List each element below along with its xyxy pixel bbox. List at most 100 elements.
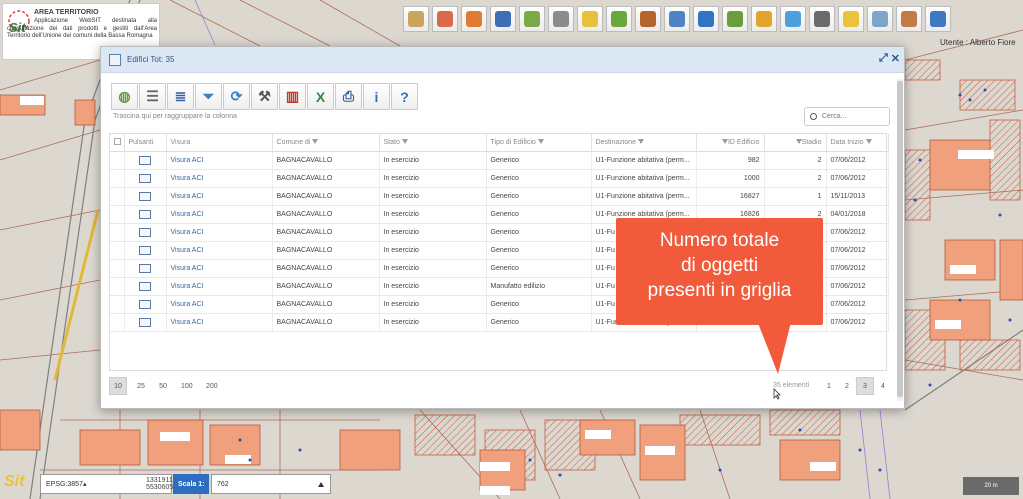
folder-icon[interactable] [138,155,151,165]
chart-icon[interactable]: ▥ [279,83,306,110]
help-button[interactable] [925,6,951,32]
cell-visura[interactable]: Visura ACI [166,169,273,188]
column-header-pulsanti[interactable]: Pulsanti [124,134,167,152]
building-button[interactable] [635,6,661,32]
column-header-id-edificio[interactable]: ID Edificio [696,134,765,152]
column-header-visura[interactable]: Visura [166,134,273,152]
row-select-cell[interactable] [110,151,125,170]
road-button[interactable] [606,6,632,32]
person-button[interactable] [403,6,429,32]
page-size-50[interactable]: 50 [154,377,172,395]
filter-icon[interactable] [537,139,544,145]
row-select-cell[interactable] [110,205,125,224]
table-row[interactable]: Visura ACI BAGNACAVALLO In esercizio Generi… [110,187,889,206]
zoom-button[interactable] [780,6,806,32]
list-icon[interactable]: ≣ [167,83,194,110]
cell-visura[interactable]: Visura ACI [166,205,273,224]
filter-icon[interactable]: ⏷ [195,83,222,110]
column-header-data-inizio[interactable]: Data Inizio [826,134,889,152]
cell-visura[interactable]: Visura ACI [166,241,273,261]
aci-button[interactable] [490,6,516,32]
map-export-button[interactable] [867,6,893,32]
column-label: Destinazione [595,138,636,146]
help-icon[interactable]: ? [391,83,418,110]
grid-search-input[interactable]: Cerca... [804,107,890,126]
globe-icon[interactable]: ◍ [111,83,138,110]
note-button[interactable] [838,6,864,32]
row-select-cell[interactable] [110,313,125,333]
select-button[interactable] [896,6,922,32]
folder-icon[interactable] [138,264,151,274]
cell-stadio: 2 [764,151,827,170]
cell-visura[interactable]: Visura ACI [166,223,273,242]
page-1-button[interactable]: 1 [820,377,838,395]
people-button[interactable] [548,6,574,32]
page-4-button[interactable]: 4 [874,377,892,395]
folder-icon[interactable] [138,227,151,237]
sit-button[interactable] [693,6,719,32]
info-icon[interactable]: i [363,83,390,110]
row-select-cell[interactable] [110,187,125,206]
column-header-tipo-edificio[interactable]: Tipo di Edificio [486,134,592,152]
page-3-button[interactable]: 3 [856,377,874,395]
tools-button[interactable] [519,6,545,32]
table-row[interactable]: Visura ACI BAGNACAVALLO In esercizio Generi… [110,151,889,170]
tree-icon[interactable]: ☰ [139,83,166,110]
projection-select[interactable]: EPSG:3857 ▴ 1331911, 5530605 [40,474,175,494]
table-row[interactable]: Visura ACI BAGNACAVALLO In esercizio Generi… [110,169,889,188]
table-button[interactable] [664,6,690,32]
filter-icon[interactable] [637,139,644,145]
folder-icon[interactable] [138,209,151,219]
refresh-icon[interactable]: ⟳ [223,83,250,110]
cell-visura[interactable]: Visura ACI [166,151,273,170]
share-button[interactable] [461,6,487,32]
status-bar: Sit EPSG:3857 ▴ 1331911, 5530605 Scala 1:… [0,468,1023,499]
column-header-comune[interactable]: Comune di [272,134,380,152]
cell-visura[interactable]: Visura ACI [166,313,273,333]
layers-button[interactable] [577,6,603,32]
tools-icon[interactable]: ⚒ [251,83,278,110]
row-select-cell[interactable] [110,277,125,297]
row-select-cell[interactable] [110,295,125,315]
car-button[interactable] [751,6,777,32]
window-titlebar[interactable]: Edifici Tot: 35 [101,47,904,73]
page-size-25[interactable]: 25 [132,377,150,395]
filter-icon[interactable] [865,139,872,145]
cell-visura[interactable]: Visura ACI [166,259,273,279]
filter-icon[interactable] [312,139,319,145]
print-icon[interactable]: ⎙ [335,83,362,110]
row-select-cell[interactable] [110,241,125,261]
filter-icon[interactable] [401,139,408,145]
page-size-100[interactable]: 100 [177,377,197,395]
page-2-button[interactable]: 2 [838,377,856,395]
page-size-200[interactable]: 200 [202,377,222,395]
folder-icon[interactable] [138,173,151,183]
close-icon[interactable]: ✕ [891,52,900,65]
page-size-10[interactable]: 10 [109,377,127,395]
folder-icon[interactable] [138,282,151,292]
select-all-checkbox[interactable] [110,134,125,152]
print-button[interactable] [809,6,835,32]
cell-visura[interactable]: Visura ACI [166,295,273,315]
mouse-cursor-icon [773,388,781,400]
column-header-stato[interactable]: Stato [379,134,487,152]
column-header-stadio[interactable]: Stadio [764,134,827,152]
row-select-cell[interactable] [110,223,125,242]
cell-comune: BAGNACAVALLO [272,205,380,224]
cell-visura[interactable]: Visura ACI [166,277,273,297]
window-scrollbar[interactable] [897,79,903,401]
folder-icon[interactable] [138,191,151,201]
row-select-cell[interactable] [110,259,125,279]
column-header-destinazione[interactable]: Destinazione [591,134,697,152]
scrollbar-thumb[interactable] [897,81,903,397]
folder-icon[interactable] [138,246,151,256]
folder-icon[interactable] [138,318,151,328]
refresh-map-button[interactable] [722,6,748,32]
scale-select[interactable]: 762 [211,474,331,494]
documents-button[interactable] [432,6,458,32]
excel-icon[interactable]: X [307,83,334,110]
row-select-cell[interactable] [110,169,125,188]
cell-visura[interactable]: Visura ACI [166,187,273,206]
folder-icon[interactable] [138,300,151,310]
pin-icon[interactable]: ⤢ [879,52,888,65]
